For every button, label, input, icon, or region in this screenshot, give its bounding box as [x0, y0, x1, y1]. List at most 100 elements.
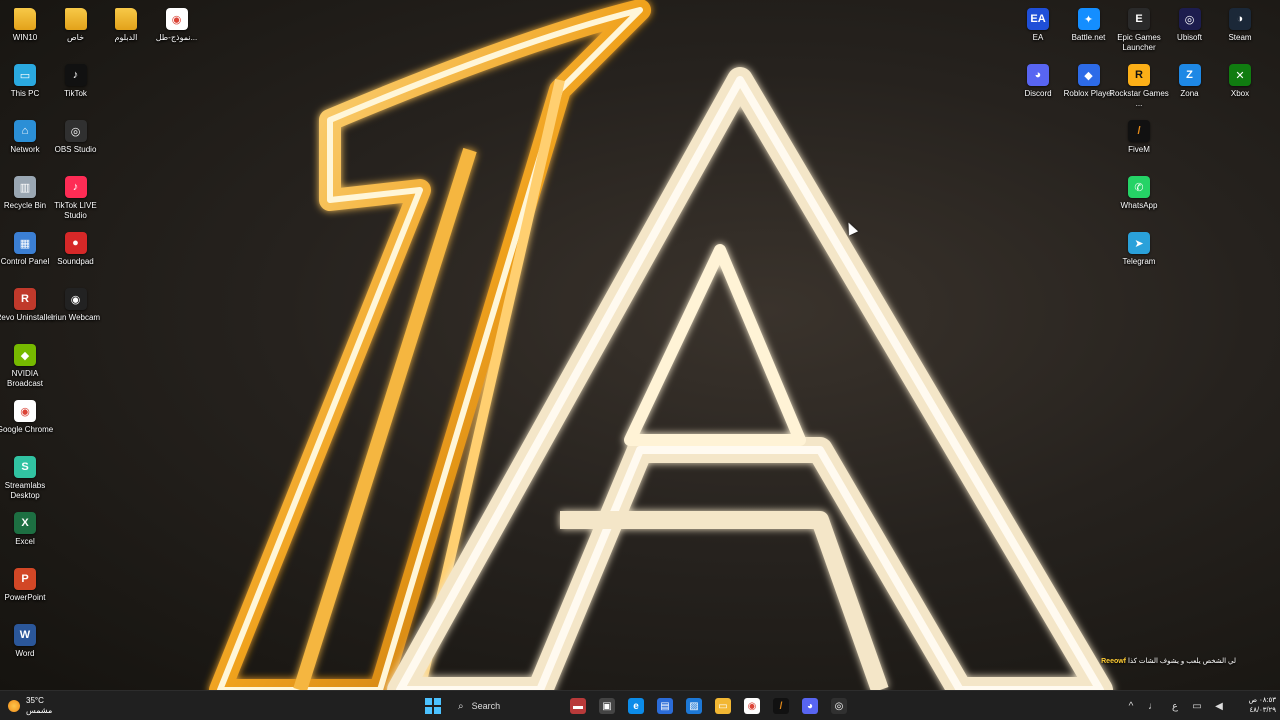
desktop-icon-folder[interactable]: خاص [51, 4, 101, 60]
chrome-doc-icon: ◉ [165, 8, 188, 30]
desktop-icon-label: Streamlabs Desktop [4, 481, 46, 500]
desktop-icon-word[interactable]: W Word [0, 620, 50, 676]
desktop-icon-whatsapp[interactable]: ✆ WhatsApp [1114, 172, 1164, 228]
taskbar-app-task-view[interactable]: ▣ [595, 694, 619, 718]
taskbar-app-file-explorer[interactable]: ▭ [711, 694, 735, 718]
obs-icon: ◎ [64, 120, 87, 142]
desktop-icon-streamlabs[interactable]: S Streamlabs Desktop [0, 452, 50, 508]
excel-icon: X [14, 512, 36, 534]
desktop-icon-folder[interactable]: WIN10 [0, 4, 50, 60]
taskbar-app-photos[interactable]: ▨ [682, 694, 706, 718]
desktop-icon-label: PowerPoint [4, 593, 46, 602]
network-icon[interactable]: ▭ [1188, 694, 1206, 718]
desktop-icon-battlenet[interactable]: ✦ Battle.net [1064, 4, 1114, 60]
language-icon[interactable]: ع [1166, 694, 1184, 718]
desktop-icon-label: Steam [1228, 33, 1252, 42]
microphone-icon[interactable]: ♩ [1144, 694, 1162, 718]
desktop-icon-epic[interactable]: E Epic Games Launcher [1114, 4, 1164, 60]
desktop-icon-ea[interactable]: EA EA [1013, 4, 1063, 60]
desktop-icon-zona[interactable]: Z Zona [1165, 60, 1215, 116]
weather-condition: مشمس [26, 706, 53, 715]
desktop-icon-excel[interactable]: X Excel [0, 508, 50, 564]
folder-icon [64, 8, 87, 30]
telegram-icon: ➤ [1128, 232, 1150, 254]
desktop-icon-obs[interactable]: ◎ OBS Studio [51, 116, 101, 172]
caption-highlight: Reeowf [1101, 658, 1127, 665]
network-icon: ⌂ [14, 120, 36, 142]
desktop-icon-recycle[interactable]: ▥ Recycle Bin [0, 172, 50, 228]
desktop-icon-chrome-doc[interactable]: ◉ نموذج-طل... [152, 4, 202, 60]
desktop-icon-discord[interactable]: ◕ Discord [1013, 60, 1063, 116]
desktop-icon-label: Xbox [1230, 89, 1250, 98]
powerpoint-icon: P [14, 568, 36, 590]
desktop-icon-ubisoft[interactable]: ◎ Ubisoft [1165, 4, 1215, 60]
taskbar: 35°C مشمس ⌕ Search ▬ ▣ e ▤ ▨ ▭ ◉ / ◕ ◎ ^ ♩ ع ▭ ◀ ٠٨:٥… [0, 690, 1280, 720]
desktop-icon-label: TikTok [64, 89, 87, 98]
desktop-icon-folder[interactable]: الدبلوم [101, 4, 151, 60]
sun-icon [8, 700, 20, 712]
volume-icon[interactable]: ◀ [1210, 694, 1228, 718]
racing-game-icon: ▬ [570, 698, 586, 714]
folder-icon [14, 8, 36, 30]
taskbar-search[interactable]: ⌕ Search [450, 694, 570, 718]
desktop-icon-label: FiveM [1128, 145, 1150, 154]
desktop-icon-tiktok[interactable]: ♪ TikTok [51, 60, 101, 116]
taskbar-app-obs[interactable]: ◎ [827, 694, 851, 718]
clock[interactable]: ٠٨:٥٣ ص ٤٨/٠٣/٢٩ [1232, 696, 1276, 716]
recycle-icon: ▥ [14, 176, 36, 198]
thispc-icon: ▭ [14, 64, 36, 86]
clock-date: ٤٨/٠٣/٢٩ [1249, 707, 1276, 714]
task-view-icon: ▣ [599, 698, 615, 714]
whatsapp-icon: ✆ [1128, 176, 1150, 198]
soundpad-icon: ● [64, 232, 87, 254]
clock-time: ٠٨:٥٣ ص [1248, 697, 1276, 704]
start-button[interactable] [421, 694, 445, 718]
search-icon: ⌕ [458, 700, 464, 712]
zona-icon: Z [1178, 64, 1201, 86]
desktop-icon-tiktoklive[interactable]: ♪ TikTok LIVE Studio [51, 172, 101, 228]
desktop-icon-steam[interactable]: ◑ Steam [1215, 4, 1265, 60]
desktop-icon-network[interactable]: ⌂ Network [0, 116, 50, 172]
desktop-icon-revo[interactable]: R Revo Uninstaller [0, 284, 54, 340]
obs-icon: ◎ [831, 698, 847, 714]
taskbar-app-store[interactable]: ▤ [653, 694, 677, 718]
caption-text: لي الشخص يلعب و يشوف الشات كذا [1127, 658, 1236, 665]
desktop-icon-fivem[interactable]: / FiveM [1114, 116, 1164, 172]
taskbar-app-discord[interactable]: ◕ [798, 694, 822, 718]
tiktok-icon: ♪ [64, 64, 87, 86]
taskbar-app-chrome[interactable]: ◉ [740, 694, 764, 718]
search-label: Search [471, 701, 501, 711]
desktop-icon-xbox[interactable]: ✕ Xbox [1215, 60, 1265, 116]
desktop-icon-nvidia[interactable]: ◆ NVIDIA Broadcast [0, 340, 50, 396]
taskbar-app-racing-game[interactable]: ▬ [566, 694, 590, 718]
streamlabs-icon: S [14, 456, 36, 478]
desktop-icon-rockstar[interactable]: R Rockstar Games ... [1109, 60, 1169, 116]
ubisoft-icon: ◎ [1178, 8, 1201, 30]
desktop-icon-label: Excel [15, 537, 35, 546]
folder-icon [115, 8, 137, 30]
desktop-icon-chrome[interactable]: ◉ Google Chrome [0, 396, 53, 452]
desktop-icon-telegram[interactable]: ➤ Telegram [1114, 228, 1164, 284]
desktop-icon-label: Soundpad [57, 257, 94, 266]
epic-icon: E [1128, 8, 1150, 30]
windows-icon [425, 698, 441, 714]
desktop-icon-thispc[interactable]: ▭ This PC [0, 60, 50, 116]
chevron-up-icon[interactable]: ^ [1122, 694, 1140, 718]
desktop-icon-powerpoint[interactable]: P PowerPoint [0, 564, 50, 620]
weather-widget[interactable]: 35°C مشمس [8, 694, 88, 718]
desktop-icon-controlpanel[interactable]: ▦ Control Panel [0, 228, 50, 284]
desktop-icon-soundpad[interactable]: ● Soundpad [51, 228, 101, 284]
taskbar-app-edge[interactable]: e [624, 694, 648, 718]
overlay-caption: Reeowf لي الشخص يلعب و يشوف الشات كذا [1086, 657, 1236, 665]
desktop-icon-iriun[interactable]: ◉ Iriun Webcam [51, 284, 101, 340]
edge-icon: e [628, 698, 644, 714]
controlpanel-icon: ▦ [14, 232, 36, 254]
desktop[interactable]: WIN10 خاص الدبلوم ◉ نموذج-طل... ▭ This PC ♪ TikT… [0, 0, 1280, 690]
rockstar-icon: R [1128, 64, 1150, 86]
discord-icon: ◕ [802, 698, 818, 714]
fivem-icon: / [1128, 120, 1150, 142]
taskbar-app-fivem[interactable]: / [769, 694, 793, 718]
desktop-icon-label: Google Chrome [0, 425, 54, 434]
desktop-icon-roblox[interactable]: ◆ Roblox Player [1064, 60, 1114, 116]
file-explorer-icon: ▭ [715, 698, 731, 714]
